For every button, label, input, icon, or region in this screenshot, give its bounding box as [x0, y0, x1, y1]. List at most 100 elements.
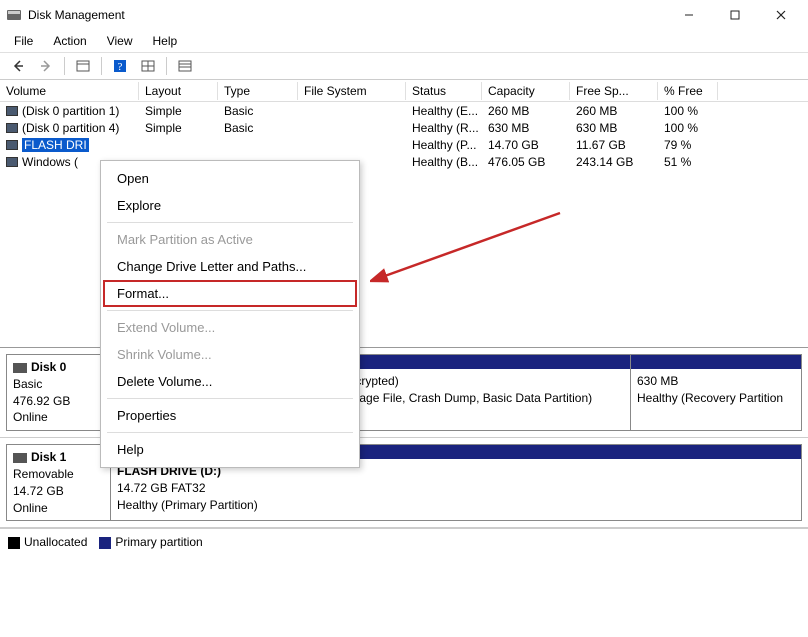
volume-name: (Disk 0 partition 1): [22, 104, 119, 118]
partition-stripe: [631, 355, 801, 369]
cell-status: Healthy (B...: [406, 155, 482, 169]
app-icon: [6, 7, 22, 23]
cell-pct: 51 %: [658, 155, 718, 169]
menu-bar: File Action View Help: [0, 30, 808, 52]
swatch-black: [8, 537, 20, 549]
cell-free: 260 MB: [570, 104, 658, 118]
context-mark-active: Mark Partition as Active: [103, 226, 357, 253]
list-button[interactable]: [173, 55, 197, 77]
disk-state: Online: [13, 409, 104, 426]
legend-label: Primary partition: [115, 535, 202, 549]
grid-button[interactable]: [136, 55, 160, 77]
volume-name: FLASH DRI: [22, 138, 89, 152]
col-volume[interactable]: Volume: [0, 82, 139, 100]
volume-table-header: Volume Layout Type File System Status Ca…: [0, 80, 808, 102]
menu-view[interactable]: View: [97, 32, 143, 50]
context-properties[interactable]: Properties: [103, 402, 357, 429]
svg-text:?: ?: [118, 61, 123, 73]
volume-icon: [6, 140, 18, 150]
menu-action[interactable]: Action: [43, 32, 96, 50]
show-hide-button[interactable]: [71, 55, 95, 77]
maximize-button[interactable]: [712, 0, 758, 30]
cell-status: Healthy (P...: [406, 138, 482, 152]
partition-body: FLASH DRIVE (D:) 14.72 GB FAT32 Healthy …: [111, 459, 801, 520]
legend-primary: Primary partition: [99, 535, 202, 549]
menu-file[interactable]: File: [4, 32, 43, 50]
forward-button[interactable]: [34, 55, 58, 77]
disk-icon: [13, 363, 27, 373]
disk-icon: [13, 453, 27, 463]
cell-status: Healthy (R...: [406, 121, 482, 135]
volume-icon: [6, 123, 18, 133]
partition-status: Healthy (Recovery Partition: [637, 390, 795, 407]
swatch-blue: [99, 537, 111, 549]
col-capacity[interactable]: Capacity: [482, 82, 570, 100]
titlebar: Disk Management: [0, 0, 808, 30]
col-spare: [718, 89, 808, 93]
disk-kind: Removable: [13, 466, 104, 483]
window-title: Disk Management: [28, 8, 125, 22]
col-type[interactable]: Type: [218, 82, 298, 100]
window-controls: [666, 0, 804, 30]
disk-size: 14.72 GB: [13, 483, 104, 500]
context-separator: [107, 432, 353, 433]
table-row[interactable]: (Disk 0 partition 4) Simple Basic Health…: [0, 119, 808, 136]
legend: Unallocated Primary partition: [0, 528, 808, 555]
help-button[interactable]: ?: [108, 55, 132, 77]
context-separator: [107, 310, 353, 311]
context-open[interactable]: Open: [103, 165, 357, 192]
legend-label: Unallocated: [24, 535, 87, 549]
disk-info[interactable]: Disk 0 Basic 476.92 GB Online: [6, 354, 110, 431]
volume-icon: [6, 157, 18, 167]
context-delete-volume[interactable]: Delete Volume...: [103, 368, 357, 395]
partition-body: 630 MB Healthy (Recovery Partition: [631, 369, 801, 430]
partition-size: 14.72 GB FAT32: [117, 480, 795, 497]
volume-name: Windows (: [22, 155, 78, 169]
context-extend-volume: Extend Volume...: [103, 314, 357, 341]
volume-name: (Disk 0 partition 4): [22, 121, 119, 135]
col-pctfree[interactable]: % Free: [658, 82, 718, 100]
cell-type: Basic: [218, 104, 298, 118]
disk-info[interactable]: Disk 1 Removable 14.72 GB Online: [6, 444, 110, 521]
partition-status: Healthy (Primary Partition): [117, 497, 795, 514]
toolbar-separator: [166, 57, 167, 75]
legend-unallocated: Unallocated: [8, 535, 87, 549]
volume-icon: [6, 106, 18, 116]
toolbar-separator: [64, 57, 65, 75]
cell-layout: Simple: [139, 104, 218, 118]
back-button[interactable]: [6, 55, 30, 77]
cell-pct: 79 %: [658, 138, 718, 152]
cell-pct: 100 %: [658, 121, 718, 135]
cell-status: Healthy (E...: [406, 104, 482, 118]
cell-capacity: 260 MB: [482, 104, 570, 118]
cell-type: Basic: [218, 121, 298, 135]
disk-state: Online: [13, 500, 104, 517]
menu-help[interactable]: Help: [143, 32, 188, 50]
disk-name: Disk 0: [31, 360, 66, 374]
context-menu: Open Explore Mark Partition as Active Ch…: [100, 160, 360, 468]
context-separator: [107, 398, 353, 399]
col-freespace[interactable]: Free Sp...: [570, 82, 658, 100]
col-status[interactable]: Status: [406, 82, 482, 100]
context-change-drive-letter[interactable]: Change Drive Letter and Paths...: [103, 253, 357, 280]
cell-free: 11.67 GB: [570, 138, 658, 152]
toolbar: ?: [0, 52, 808, 80]
context-format[interactable]: Format...: [103, 280, 357, 307]
col-filesystem[interactable]: File System: [298, 82, 406, 100]
disk-name: Disk 1: [31, 450, 66, 464]
cell-capacity: 476.05 GB: [482, 155, 570, 169]
context-separator: [107, 222, 353, 223]
partition[interactable]: 630 MB Healthy (Recovery Partition: [631, 355, 801, 430]
disk-kind: Basic: [13, 376, 104, 393]
context-help[interactable]: Help: [103, 436, 357, 463]
cell-free: 243.14 GB: [570, 155, 658, 169]
close-button[interactable]: [758, 0, 804, 30]
col-layout[interactable]: Layout: [139, 82, 218, 100]
table-row-selected[interactable]: FLASH DRI Healthy (P... 14.70 GB 11.67 G…: [0, 136, 808, 153]
minimize-button[interactable]: [666, 0, 712, 30]
disk-size: 476.92 GB: [13, 393, 104, 410]
context-explore[interactable]: Explore: [103, 192, 357, 219]
table-row[interactable]: (Disk 0 partition 1) Simple Basic Health…: [0, 102, 808, 119]
cell-capacity: 630 MB: [482, 121, 570, 135]
toolbar-separator: [101, 57, 102, 75]
